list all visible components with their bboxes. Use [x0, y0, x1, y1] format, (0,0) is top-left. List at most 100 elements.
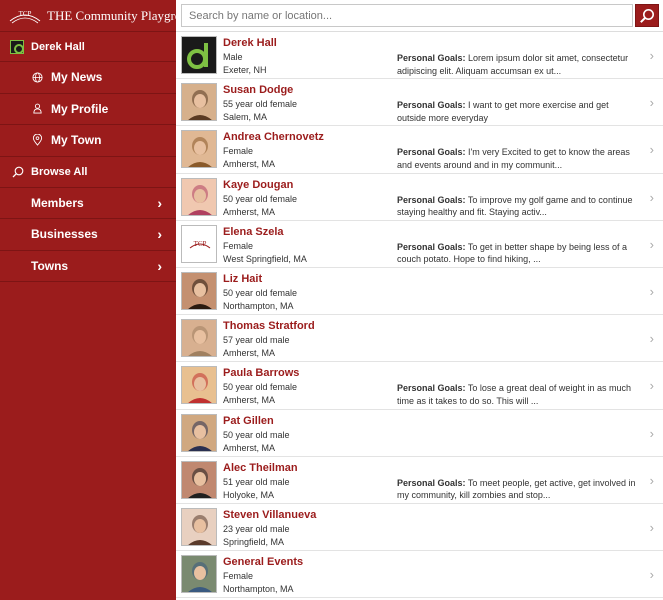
- member-location: Amherst, MA: [223, 395, 276, 406]
- tcp-logo-icon: TCP: [8, 7, 42, 25]
- member-avatar: [181, 271, 217, 310]
- member-avatar: [181, 555, 217, 594]
- person-icon: [32, 103, 46, 114]
- brand-title: THE Community Playground: [47, 7, 201, 23]
- member-location: Exeter, NH: [223, 65, 267, 75]
- goals-label: Personal Goals:: [397, 53, 466, 63]
- browse-all-label: Browse All: [31, 165, 88, 178]
- member-row[interactable]: Alec Theilman 51 year old male Holyoke, MA…: [176, 457, 663, 504]
- member-age-gender: 51 year old male: [223, 476, 290, 487]
- member-age-gender: Male: [223, 52, 243, 62]
- member-row[interactable]: TCP Elena Szela Female West Springfield, MA…: [176, 221, 663, 268]
- nav-members[interactable]: Members ›: [0, 188, 176, 219]
- member-goals: Personal Goals: Lorem ipsum dolor sit am…: [397, 52, 637, 77]
- chevron-right-icon: ›: [157, 226, 162, 243]
- member-row[interactable]: Andrea Chernovetz Female Amherst, MA Person…: [176, 126, 663, 174]
- nav-businesses[interactable]: Businesses ›: [0, 219, 176, 251]
- nav-members-label: Members: [31, 195, 84, 210]
- user-avatar: [10, 39, 24, 54]
- user-name: Derek Hall: [31, 40, 85, 53]
- member-avatar: [181, 507, 217, 546]
- nav-towns[interactable]: Towns ›: [0, 251, 176, 282]
- nav-my-profile[interactable]: My Profile: [0, 94, 176, 125]
- chevron-right-icon: ›: [649, 48, 654, 63]
- nav-my-town[interactable]: My Town: [0, 125, 176, 157]
- member-name[interactable]: Elena Szela: [223, 226, 284, 238]
- member-goals: Personal Goals: To meet people, get acti…: [397, 477, 637, 502]
- member-age-gender: Female: [223, 240, 254, 251]
- chevron-right-icon: ›: [649, 283, 654, 299]
- member-name[interactable]: Thomas Stratford: [223, 320, 315, 332]
- member-goals: Personal Goals: To get in better shape b…: [397, 241, 637, 266]
- member-goals: Personal Goals: I want to get more exerc…: [397, 99, 637, 124]
- member-age-gender: 50 year old male: [223, 429, 290, 440]
- nav-towns-label: Towns: [31, 258, 69, 273]
- chevron-right-icon: ›: [649, 378, 654, 394]
- search-icon: [12, 166, 26, 178]
- member-name[interactable]: Paula Barrows: [223, 367, 299, 379]
- member-age-gender: 50 year old female: [223, 193, 298, 204]
- member-location: Amherst, MA: [223, 159, 276, 170]
- member-age-gender: 57 year old male: [223, 335, 290, 346]
- chevron-right-icon: ›: [649, 519, 654, 535]
- member-avatar: [181, 366, 217, 405]
- nav-my-profile-label: My Profile: [51, 101, 109, 116]
- member-row[interactable]: Thomas Stratford 57 year old male Amherst,…: [176, 315, 663, 363]
- goals-label: Personal Goals:: [397, 383, 466, 394]
- member-row[interactable]: General Events Female Northampton, MA ›: [176, 551, 663, 599]
- current-user[interactable]: Derek Hall: [0, 32, 176, 62]
- search-icon: [640, 8, 654, 23]
- member-name[interactable]: Alec Theilman: [223, 462, 298, 474]
- member-location: Springfield, MA: [223, 536, 285, 547]
- member-age-gender: 23 year old male: [223, 523, 290, 534]
- goals-label: Personal Goals:: [397, 241, 466, 252]
- member-name[interactable]: Kaye Dougan: [223, 179, 293, 191]
- member-avatar: [181, 130, 217, 169]
- member-name[interactable]: Andrea Chernovetz: [223, 131, 324, 143]
- member-row[interactable]: Liz Hait 50 year old female Northampton, M…: [176, 268, 663, 316]
- nav-my-news[interactable]: My News: [0, 62, 176, 94]
- chevron-right-icon: ›: [649, 567, 654, 583]
- search-button[interactable]: [635, 4, 659, 27]
- member-name[interactable]: Steven Villanueva: [223, 509, 316, 521]
- member-location: Northampton, MA: [223, 584, 294, 595]
- member-name[interactable]: Derek Hall: [223, 37, 277, 49]
- member-avatar: [181, 36, 217, 74]
- member-location: West Springfield, MA: [223, 253, 307, 264]
- browse-all[interactable]: Browse All: [0, 157, 176, 188]
- member-name[interactable]: General Events: [223, 556, 303, 568]
- chevron-right-icon: ›: [649, 425, 654, 441]
- member-row[interactable]: Pat Gillen 50 year old male Amherst, MA ›: [176, 410, 663, 457]
- member-avatar: [181, 177, 217, 216]
- member-list: Derek Hall Male Exeter, NH Personal Goals: …: [176, 31, 663, 600]
- member-goals: Personal Goals: To lose a great deal of …: [397, 382, 637, 407]
- member-avatar: [181, 83, 217, 122]
- goals-label: Personal Goals:: [397, 194, 466, 205]
- member-row[interactable]: Kaye Dougan 50 year old female Amherst, MA…: [176, 174, 663, 221]
- member-avatar: TCP: [181, 224, 217, 263]
- member-age-gender: Female: [223, 146, 254, 157]
- member-avatar: [181, 413, 217, 452]
- member-row[interactable]: Paula Barrows 50 year old female Amherst, …: [176, 362, 663, 410]
- search-input[interactable]: [181, 4, 633, 27]
- brand-bar[interactable]: TCP THE Community Playground: [0, 0, 201, 32]
- tcp-logo-text: TCP: [19, 10, 32, 18]
- svg-text:TCP: TCP: [194, 240, 207, 248]
- nav-my-news-label: My News: [51, 70, 103, 85]
- member-location: Salem, MA: [223, 112, 268, 123]
- chevron-right-icon: ›: [649, 472, 654, 488]
- chevron-right-icon: ›: [649, 236, 654, 252]
- member-row[interactable]: Steven Villanueva 23 year old male Springf…: [176, 504, 663, 552]
- chevron-right-icon: ›: [157, 194, 162, 211]
- goals-label: Personal Goals:: [397, 100, 466, 111]
- chevron-right-icon: ›: [649, 142, 654, 158]
- member-age-gender: Female: [223, 571, 254, 582]
- member-goals: Personal Goals: I'm very Excited to get …: [397, 146, 637, 171]
- member-name[interactable]: Susan Dodge: [223, 84, 293, 96]
- member-name[interactable]: Liz Hait: [223, 273, 262, 285]
- member-row[interactable]: Susan Dodge 55 year old female Salem, MA Pe…: [176, 79, 663, 127]
- member-name[interactable]: Pat Gillen: [223, 415, 274, 427]
- member-row[interactable]: Derek Hall Male Exeter, NH Personal Goals: …: [176, 32, 663, 80]
- member-avatar: [181, 460, 217, 499]
- sidebar: TCP THE Community Playground Derek Hall …: [0, 0, 201, 600]
